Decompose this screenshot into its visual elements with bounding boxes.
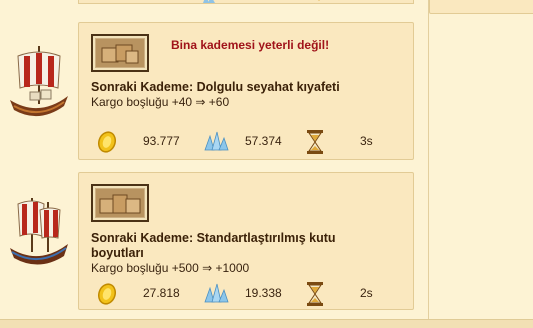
gold-cost: 27.818 — [143, 286, 180, 300]
cost-row: 93.777 57.374 3s — [79, 128, 413, 154]
right-column — [428, 0, 533, 328]
upgrade-panel: Bina kademesi yeterli değil! Sonraki Kad… — [0, 0, 533, 328]
upgrade-card: Bina kademesi yeterli değil! Sonraki Kad… — [78, 22, 414, 160]
next-level-title: Sonraki Kademe: Dolgulu seyahat kıyafeti — [91, 80, 340, 94]
cost-row: 27.818 19.338 2s — [79, 280, 413, 306]
crystal-icon — [204, 131, 229, 151]
build-time: 2s — [360, 286, 373, 300]
previous-card-partial — [78, 0, 414, 4]
hourglass-icon — [307, 282, 323, 306]
build-time: 3s — [360, 134, 373, 148]
gold-coin-icon — [97, 131, 117, 153]
crates-icon — [91, 34, 149, 72]
warning-message: Bina kademesi yeterli değil! — [171, 38, 330, 52]
crystal-cost: 19.338 — [245, 286, 282, 300]
next-level-title: Sonraki Kademe: Standartlaştırılmış kutu… — [91, 231, 336, 260]
crystal-cost: 57.374 — [245, 134, 282, 148]
cargo-capacity: Kargo boşluğu +500 ⇒ +1000 — [91, 261, 250, 275]
crystal-icon — [204, 283, 229, 303]
crystal-icon — [203, 0, 215, 3]
right-card-partial — [429, 0, 533, 14]
hourglass-icon — [318, 0, 320, 1]
hourglass-icon — [307, 130, 323, 154]
bottom-bar — [0, 319, 533, 328]
gold-cost: 93.777 — [143, 134, 180, 148]
upgrade-card: Sonraki Kademe: Standartlaştırılmış kutu… — [78, 172, 414, 310]
ship-icon — [10, 46, 68, 117]
crates-icon — [91, 184, 149, 222]
ship-icon — [10, 198, 68, 265]
gold-coin-icon — [97, 283, 117, 305]
cargo-capacity: Kargo boşluğu +40 ⇒ +60 — [91, 95, 230, 109]
